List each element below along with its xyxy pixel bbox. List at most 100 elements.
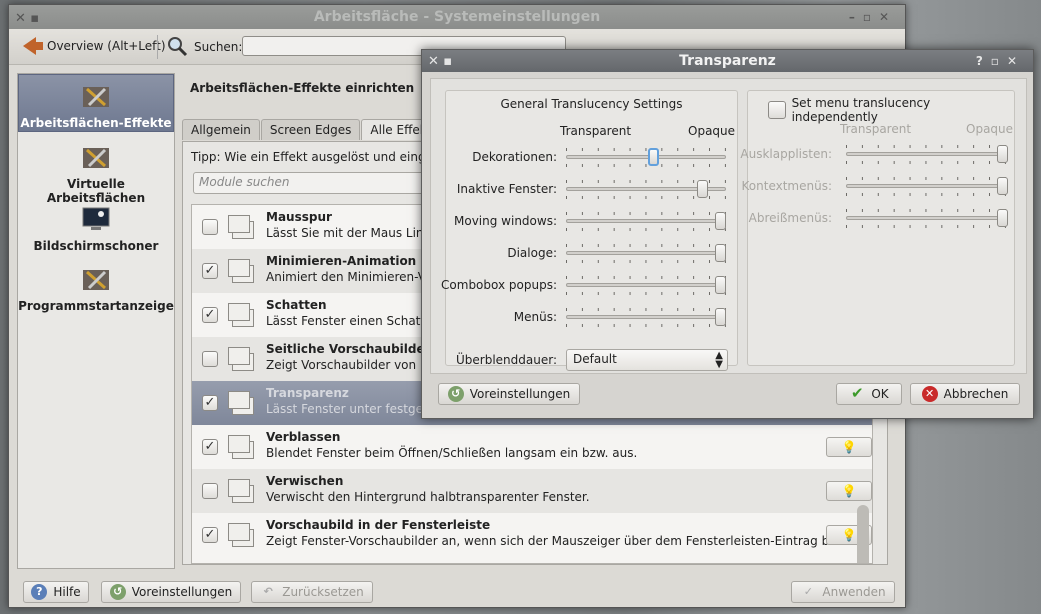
cancel-button-label: Abbrechen — [943, 387, 1009, 401]
effect-name: Mausspur — [266, 210, 332, 224]
effect-icon — [228, 255, 254, 285]
menu-independent-toggle[interactable]: Set menu translucency independently — [768, 96, 1014, 124]
cancel-icon: ✕ — [921, 386, 938, 402]
transparent-label: Transparent — [840, 122, 912, 136]
slider-ticks — [566, 276, 726, 279]
effect-checkbox[interactable]: ✓ — [202, 527, 218, 543]
main-titlebar[interactable]: ✕ ▪ Arbeitsfläche - Systemeinstellungen … — [9, 5, 905, 29]
slider-track[interactable] — [846, 216, 1008, 220]
slider-label: Kontextmenüs: — [741, 179, 832, 193]
dialog-defaults-label: Voreinstellungen — [469, 387, 571, 401]
undo-icon: ↶ — [263, 585, 273, 598]
reset-button[interactable]: ↶ Zurücksetzen — [251, 581, 373, 603]
effect-description: Lässt Fenster einen Schatten — [266, 314, 441, 328]
slider-label: Moving windows: — [454, 214, 557, 228]
slider-track[interactable] — [566, 251, 726, 255]
defaults-button-label: Voreinstellungen — [131, 585, 233, 599]
effect-checkbox[interactable] — [202, 351, 218, 367]
slider-ticks — [846, 225, 1008, 228]
effect-name: Verblassen — [266, 430, 341, 444]
module-search-input[interactable]: Module suchen — [193, 172, 453, 194]
ok-button[interactable]: ✔ OK — [836, 383, 902, 405]
slider-handle[interactable] — [715, 212, 726, 230]
slider-track[interactable] — [566, 315, 726, 319]
list-item[interactable]: ✓ Verblassen Blendet Fenster beim Öffnen… — [192, 425, 872, 469]
effect-description: Verwischt den Hintergrund halbtransparen… — [266, 490, 590, 504]
slider-ticks — [846, 193, 1008, 196]
effect-info-button[interactable]: 💡 — [826, 437, 872, 457]
lightbulb-icon: 💡 — [841, 484, 857, 498]
effect-checkbox[interactable]: ✓ — [202, 307, 218, 323]
slider-ticks — [566, 228, 726, 231]
effect-icon — [228, 211, 254, 241]
slider-handle[interactable] — [715, 244, 726, 262]
sidebar-item-launch-feedback[interactable]: Programmstartanzeige — [18, 258, 174, 316]
tip-text: Tipp: Wie ein Effekt ausgelöst und einge… — [191, 150, 456, 164]
cancel-button[interactable]: ✕ Abbrechen — [910, 383, 1020, 405]
slider-ticks — [566, 260, 726, 263]
sidebar-item-label: Arbeitsflächen-Effekte — [20, 116, 172, 130]
window-menu-icon[interactable]: ✕ ▪ — [428, 51, 452, 73]
tab-general[interactable]: Allgemein — [182, 119, 260, 140]
slider-handle[interactable] — [647, 148, 659, 166]
window-controls[interactable]: –▫✕ — [849, 5, 897, 29]
sidebar-item-desktop-effects[interactable]: Arbeitsflächen-Effekte — [18, 74, 174, 132]
tab-bar: Allgemein Screen Edges Alle Effekte — [182, 119, 449, 140]
search-icon — [168, 37, 188, 57]
window-menu-icon[interactable]: ✕ ▪ — [15, 7, 39, 31]
scrollbar-track[interactable] — [857, 505, 869, 563]
slider-handle[interactable] — [997, 145, 1008, 163]
lightbulb-icon: 💡 — [841, 440, 857, 454]
sidebar-item-label: Bildschirmschoner — [33, 239, 159, 253]
overview-button[interactable]: Overview (Alt+Left) — [23, 37, 166, 55]
opaque-label: Opaque — [966, 122, 1014, 136]
tab-screen-edges[interactable]: Screen Edges — [260, 119, 361, 140]
slider-track[interactable] — [566, 283, 726, 287]
defaults-button[interactable]: ↺ Voreinstellungen — [101, 581, 241, 603]
opaque-label: Opaque — [688, 124, 736, 138]
dialog-defaults-button[interactable]: ↺ Voreinstellungen — [438, 383, 580, 405]
slider-track[interactable] — [566, 155, 726, 159]
slider-track[interactable] — [846, 184, 1008, 188]
dialog-titlebar[interactable]: ✕ ▪ Transparenz ?▫✕ — [422, 50, 1033, 72]
effect-checkbox[interactable]: ✓ — [202, 439, 218, 455]
effect-info-button[interactable]: 💡 — [826, 481, 872, 501]
effect-checkbox[interactable]: ✓ — [202, 395, 218, 411]
defaults-icon: ↺ — [447, 386, 464, 402]
effect-checkbox[interactable]: ✓ — [202, 263, 218, 279]
slider-ticks — [566, 244, 726, 247]
menu-independent-checkbox[interactable] — [768, 101, 786, 119]
general-translucency-group: General Translucency Settings Transparen… — [441, 90, 738, 371]
window-controls[interactable]: ?▫✕ — [976, 50, 1025, 72]
apply-button[interactable]: ✓ Anwenden — [791, 581, 895, 603]
help-button[interactable]: ? Hilfe — [23, 581, 89, 603]
transparent-label: Transparent — [560, 124, 632, 138]
effect-description: Zeigt Fenster-Vorschaubilder an, wenn si… — [266, 534, 856, 548]
fade-duration-combobox[interactable]: Default ▲ ▼ — [566, 349, 728, 371]
slider-track[interactable] — [846, 152, 1008, 156]
slider-ticks — [566, 164, 726, 167]
list-scrollbar[interactable]: ▲ ▼ — [855, 505, 871, 563]
slider-handle[interactable] — [697, 180, 709, 198]
slider-track[interactable] — [566, 219, 726, 223]
slider-label: Inaktive Fenster: — [456, 182, 557, 196]
slider-handle[interactable] — [997, 177, 1008, 195]
slider-ticks — [566, 148, 726, 151]
slider-ticks — [566, 292, 726, 295]
slider-ticks — [566, 308, 726, 311]
effect-description: Lässt Sie mit der Maus Linien — [266, 226, 442, 240]
effect-checkbox[interactable] — [202, 219, 218, 235]
list-item[interactable]: Verwischen Verwischt den Hintergrund hal… — [192, 469, 872, 513]
effect-checkbox[interactable] — [202, 483, 218, 499]
reset-button-label: Zurücksetzen — [282, 585, 364, 599]
effect-icon — [228, 299, 254, 329]
main-window-title: Arbeitsfläche - Systemeinstellungen — [313, 9, 601, 25]
slider-handle[interactable] — [715, 276, 726, 294]
sidebar-item-screensaver[interactable]: Bildschirmschoner — [18, 198, 174, 256]
slider-handle[interactable] — [997, 209, 1008, 227]
slider-handle[interactable] — [715, 308, 726, 326]
slider-label: Abreißmenüs: — [748, 211, 832, 225]
apply-button-label: Anwenden — [822, 585, 886, 599]
list-item[interactable]: ✓ Vorschaubild in der Fensterleiste Zeig… — [192, 513, 872, 557]
sidebar-item-virtual-desktops[interactable]: Virtuelle Arbeitsflächen — [18, 136, 174, 205]
